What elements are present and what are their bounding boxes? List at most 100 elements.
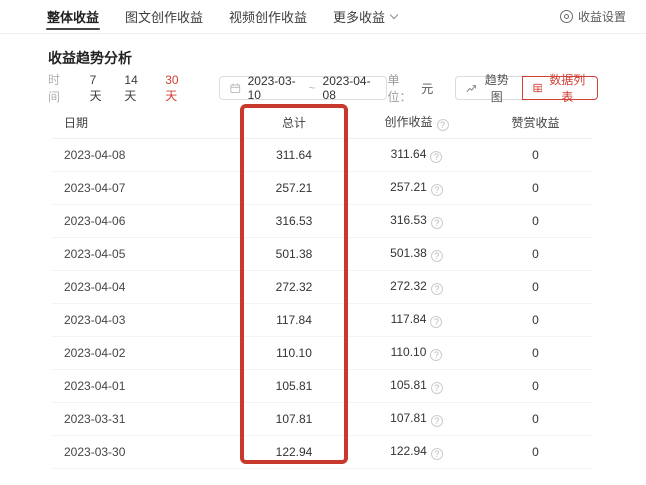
- row-total: 272.32: [234, 280, 354, 294]
- tab-more-earnings[interactable]: 更多收益: [333, 0, 397, 33]
- table-row: 2023-04-04272.32272.32?0: [52, 271, 592, 304]
- info-icon[interactable]: ?: [431, 217, 443, 229]
- time-filter-label: 时间: [48, 71, 70, 105]
- date-start: 2023-03-10: [248, 74, 302, 102]
- column-header-reward: 赞赏收益: [479, 114, 592, 131]
- table-row: 2023-03-30122.94122.94?0: [52, 436, 592, 469]
- info-icon[interactable]: ?: [431, 448, 443, 460]
- row-creation: 107.81?: [354, 411, 479, 428]
- view-toggle: 趋势图 数据列表: [455, 76, 598, 100]
- row-date: 2023-04-03: [52, 313, 234, 327]
- info-icon[interactable]: ?: [430, 349, 442, 361]
- row-reward: 0: [479, 346, 592, 360]
- row-creation: 122.94?: [354, 444, 479, 461]
- top-tabbar: 整体收益 图文创作收益 视频创作收益 更多收益 收益设置: [0, 0, 646, 34]
- row-creation-value: 110.10: [391, 345, 427, 359]
- row-creation-value: 311.64: [391, 147, 427, 161]
- column-header-creation: 创作收益?: [354, 113, 479, 132]
- earnings-tabs: 整体收益 图文创作收益 视频创作收益 更多收益: [47, 0, 397, 33]
- info-icon[interactable]: ?: [431, 415, 443, 427]
- section-title: 收益趋势分析: [48, 48, 598, 68]
- row-total: 316.53: [234, 214, 354, 228]
- earnings-settings-label: 收益设置: [578, 8, 626, 25]
- row-reward: 0: [479, 379, 592, 393]
- info-icon[interactable]: ?: [430, 316, 442, 328]
- info-icon[interactable]: ?: [431, 184, 443, 196]
- filter-row: 时间 7天 14天 30天 2023-03-10 ~ 2023-04-08 单位…: [48, 76, 598, 100]
- column-header-date: 日期: [52, 114, 234, 131]
- row-total: 501.38: [234, 247, 354, 261]
- range-7d-button[interactable]: 7天: [90, 73, 107, 104]
- row-creation: 316.53?: [354, 213, 479, 230]
- row-total: 110.10: [234, 346, 354, 360]
- tab-article-earnings[interactable]: 图文创作收益: [125, 0, 203, 33]
- earnings-trend-panel: 收益趋势分析 时间 7天 14天 30天 2023-03-10 ~ 2023-0…: [0, 48, 646, 469]
- row-creation: 311.64?: [354, 147, 479, 164]
- earnings-settings-button[interactable]: 收益设置: [560, 0, 626, 33]
- table-row: 2023-04-01105.81105.81?0: [52, 370, 592, 403]
- data-list-label: 数据列表: [547, 71, 587, 105]
- date-end: 2023-04-08: [323, 74, 377, 102]
- row-creation: 272.32?: [354, 279, 479, 296]
- info-icon[interactable]: ?: [431, 250, 443, 262]
- chevron-down-icon: [390, 11, 398, 19]
- row-creation-value: 316.53: [390, 213, 427, 227]
- table-body: 2023-04-08311.64311.64?02023-04-07257.21…: [52, 139, 592, 469]
- row-creation-value: 117.84: [391, 312, 427, 326]
- row-total: 257.21: [234, 181, 354, 195]
- help-icon[interactable]: ?: [437, 119, 449, 131]
- row-date: 2023-04-07: [52, 181, 234, 195]
- row-date: 2023-04-01: [52, 379, 234, 393]
- trend-chart-button[interactable]: 趋势图: [455, 76, 521, 100]
- row-creation-value: 272.32: [390, 279, 427, 293]
- column-header-total: 总计: [234, 114, 354, 131]
- row-creation: 117.84?: [354, 312, 479, 329]
- tab-overall-earnings[interactable]: 整体收益: [47, 0, 99, 33]
- trend-chart-icon: [466, 82, 477, 95]
- row-reward: 0: [479, 148, 592, 162]
- row-date: 2023-04-08: [52, 148, 234, 162]
- row-date: 2023-04-02: [52, 346, 234, 360]
- tab-more-earnings-label: 更多收益: [333, 7, 385, 26]
- row-reward: 0: [479, 247, 592, 261]
- row-date: 2023-04-04: [52, 280, 234, 294]
- table-row: 2023-04-06316.53316.53?0: [52, 205, 592, 238]
- info-icon[interactable]: ?: [430, 151, 442, 163]
- info-icon[interactable]: ?: [431, 382, 443, 394]
- row-total: 122.94: [234, 445, 354, 459]
- unit-label: 单位：: [387, 71, 419, 105]
- table-row: 2023-04-05501.38501.38?0: [52, 238, 592, 271]
- trend-chart-label: 趋势图: [482, 71, 512, 105]
- data-list-button[interactable]: 数据列表: [522, 76, 599, 100]
- row-total: 117.84: [234, 313, 354, 327]
- range-30d-button[interactable]: 30天: [165, 73, 188, 104]
- row-reward: 0: [479, 214, 592, 228]
- row-creation-value: 122.94: [390, 444, 427, 458]
- row-reward: 0: [479, 181, 592, 195]
- info-icon[interactable]: ?: [431, 283, 443, 295]
- row-creation-value: 105.81: [390, 378, 427, 392]
- table-row: 2023-04-03117.84117.84?0: [52, 304, 592, 337]
- earnings-table: 日期 总计 创作收益? 赞赏收益 2023-04-08311.64311.64?…: [52, 106, 592, 469]
- row-creation-value: 501.38: [390, 246, 427, 260]
- date-range-picker[interactable]: 2023-03-10 ~ 2023-04-08: [219, 76, 387, 100]
- row-date: 2023-04-05: [52, 247, 234, 261]
- row-creation: 110.10?: [354, 345, 479, 362]
- table-header-row: 日期 总计 创作收益? 赞赏收益: [52, 106, 592, 139]
- table-row: 2023-04-02110.10110.10?0: [52, 337, 592, 370]
- row-creation: 105.81?: [354, 378, 479, 395]
- row-date: 2023-04-06: [52, 214, 234, 228]
- table-row: 2023-04-08311.64311.64?0: [52, 139, 592, 172]
- row-total: 107.81: [234, 412, 354, 426]
- range-14d-button[interactable]: 14天: [124, 73, 147, 104]
- row-reward: 0: [479, 445, 592, 459]
- calendar-icon: [230, 82, 241, 94]
- row-reward: 0: [479, 313, 592, 327]
- row-total: 311.64: [234, 148, 354, 162]
- row-reward: 0: [479, 412, 592, 426]
- data-list-icon: [533, 82, 543, 94]
- column-header-creation-label: 创作收益: [384, 115, 432, 129]
- row-reward: 0: [479, 280, 592, 294]
- tab-video-earnings[interactable]: 视频创作收益: [229, 0, 307, 33]
- row-total: 105.81: [234, 379, 354, 393]
